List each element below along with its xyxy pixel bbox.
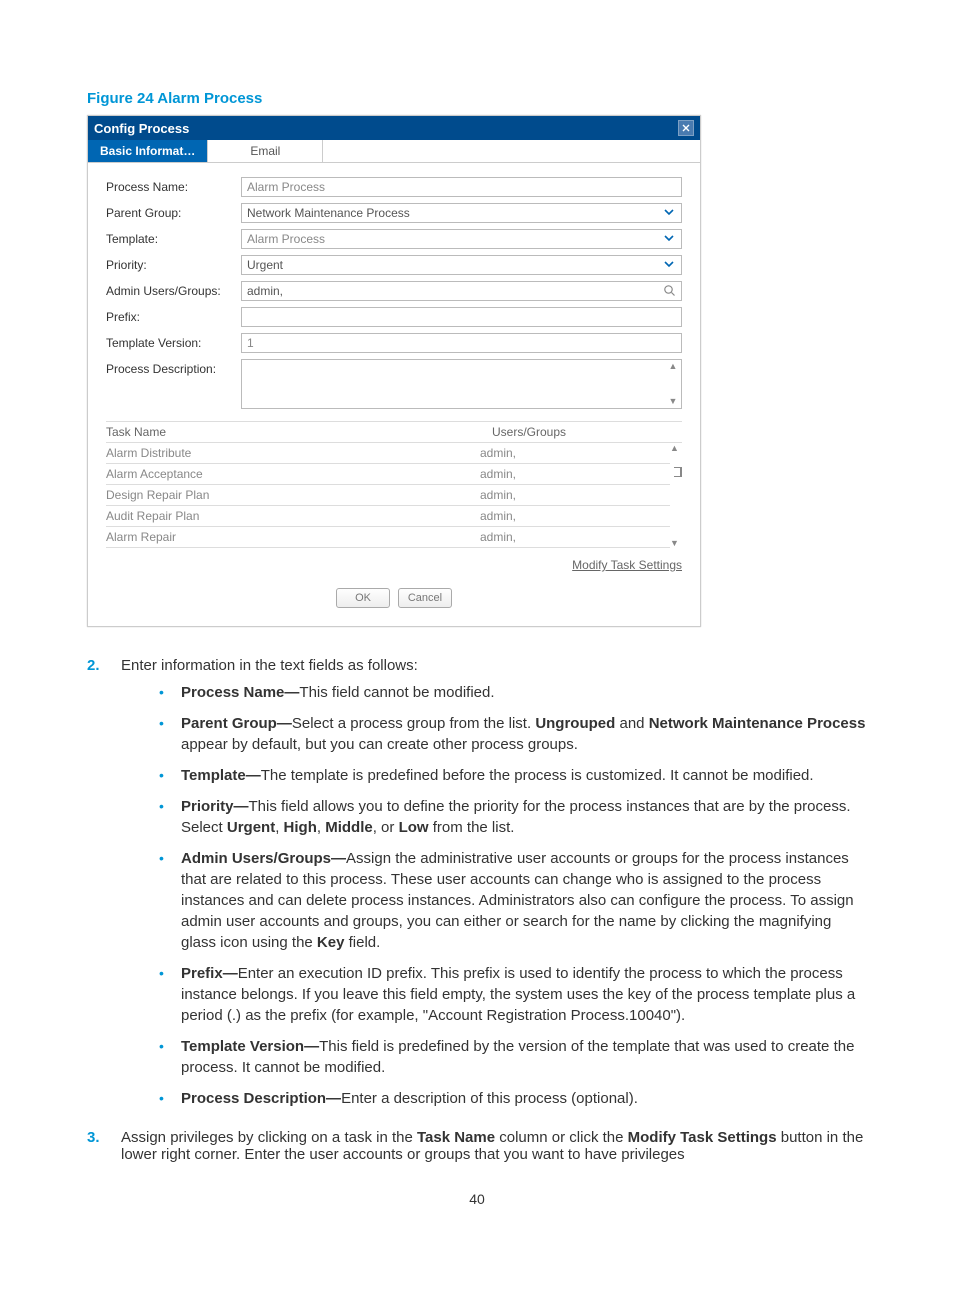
tabs: Basic Informat… Email <box>88 140 700 163</box>
step-number: 2. <box>87 657 121 1119</box>
ok-button[interactable]: OK <box>336 588 390 608</box>
tab-email[interactable]: Email <box>208 140 323 162</box>
step2-intro: Enter information in the text fields as … <box>121 657 418 674</box>
chevron-down-icon[interactable] <box>663 258 677 272</box>
template-select[interactable]: Alarm Process <box>241 229 682 249</box>
search-icon[interactable] <box>663 284 677 298</box>
bullet-parent-group: Parent Group—Select a process group from… <box>151 713 867 755</box>
admin-users-input[interactable]: admin, <box>241 281 682 301</box>
bullet-admin-users-groups: Admin Users/Groups—Assign the administra… <box>151 848 867 953</box>
task-table: Task Name Users/Groups Alarm Distribute … <box>88 421 700 554</box>
process-name-input[interactable]: Alarm Process <box>241 177 682 197</box>
step3-text: Assign privileges by clicking on a task … <box>121 1129 867 1163</box>
parent-group-select[interactable]: Network Maintenance Process <box>241 203 682 223</box>
triangle-down-icon[interactable]: ▼ <box>667 397 679 406</box>
bullet-template-version: Template Version—This field is predefine… <box>151 1036 867 1078</box>
process-description-label: Process Description: <box>106 359 241 376</box>
priority-select[interactable]: Urgent <box>241 255 682 275</box>
triangle-up-icon[interactable]: ▲ <box>667 362 679 371</box>
bullet-priority: Priority—This field allows you to define… <box>151 796 867 838</box>
triangle-down-icon[interactable]: ▼ <box>670 538 679 548</box>
table-row[interactable]: Alarm Distribute admin, <box>106 443 670 464</box>
scroll-marker-icon <box>674 467 682 477</box>
bullet-process-description: Process Description—Enter a description … <box>151 1088 867 1109</box>
modify-task-settings-link[interactable]: Modify Task Settings <box>88 554 700 582</box>
table-row[interactable]: Alarm Acceptance admin, <box>106 464 670 485</box>
chevron-down-icon[interactable] <box>663 232 677 246</box>
tab-basic-information[interactable]: Basic Informat… <box>88 140 208 162</box>
process-description-textarea[interactable]: ▲ ▼ <box>241 359 682 409</box>
bullet-template: Template—The template is predefined befo… <box>151 765 867 786</box>
page-number: 40 <box>87 1191 867 1207</box>
dialog-titlebar: Config Process <box>88 116 700 140</box>
close-icon[interactable] <box>678 120 694 136</box>
table-row[interactable]: Design Repair Plan admin, <box>106 485 670 506</box>
table-scrollbar[interactable]: ▲ ▼ <box>670 443 682 548</box>
table-header-users-groups: Users/Groups <box>492 425 682 439</box>
dialog-title: Config Process <box>94 121 189 136</box>
figure-caption: Figure 24 Alarm Process <box>87 90 867 107</box>
priority-label: Priority: <box>106 255 241 272</box>
step-number: 3. <box>87 1129 121 1163</box>
template-version-input[interactable]: 1 <box>241 333 682 353</box>
chevron-down-icon[interactable] <box>663 206 677 220</box>
config-process-dialog: Config Process Basic Informat… Email Pro… <box>87 115 701 627</box>
textarea-scroll[interactable]: ▲ ▼ <box>667 362 679 406</box>
bullet-prefix: Prefix—Enter an execution ID prefix. Thi… <box>151 963 867 1026</box>
parent-group-label: Parent Group: <box>106 203 241 220</box>
prefix-label: Prefix: <box>106 307 241 324</box>
triangle-up-icon[interactable]: ▲ <box>670 443 679 453</box>
bullet-process-name: Process Name—This field cannot be modifi… <box>151 682 867 703</box>
table-row[interactable]: Alarm Repair admin, <box>106 527 670 548</box>
table-row[interactable]: Audit Repair Plan admin, <box>106 506 670 527</box>
template-label: Template: <box>106 229 241 246</box>
table-header-task-name: Task Name <box>106 425 492 439</box>
prefix-input[interactable] <box>241 307 682 327</box>
template-version-label: Template Version: <box>106 333 241 350</box>
cancel-button[interactable]: Cancel <box>398 588 452 608</box>
admin-users-label: Admin Users/Groups: <box>106 281 241 298</box>
process-name-label: Process Name: <box>106 177 241 194</box>
body-text: 2. Enter information in the text fields … <box>87 657 867 1163</box>
